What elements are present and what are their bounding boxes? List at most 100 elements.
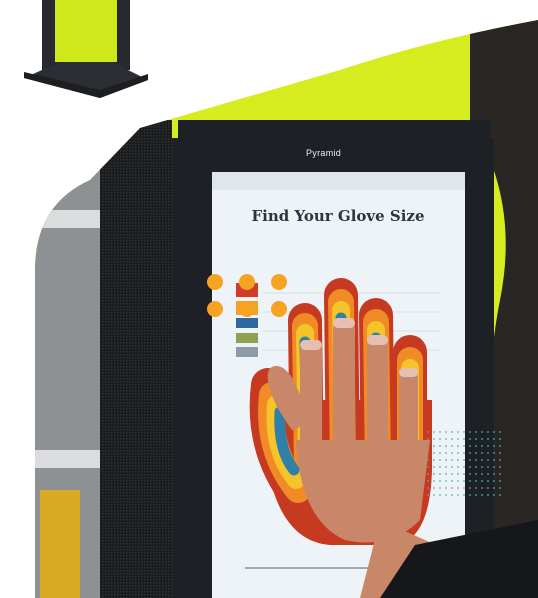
teal-dot bbox=[493, 438, 495, 440]
teal-dot bbox=[427, 438, 429, 440]
teal-dot bbox=[463, 445, 465, 447]
kiosk-brand-label: Pyramid bbox=[306, 148, 342, 158]
teal-dot bbox=[481, 445, 483, 447]
teal-dot bbox=[445, 494, 447, 496]
teal-dot bbox=[499, 445, 501, 447]
teal-dot bbox=[469, 445, 471, 447]
teal-dot bbox=[475, 445, 477, 447]
teal-dot bbox=[463, 487, 465, 489]
teal-dot bbox=[439, 445, 441, 447]
teal-dot bbox=[493, 459, 495, 461]
teal-dot bbox=[445, 459, 447, 461]
teal-dot bbox=[457, 438, 459, 440]
teal-dot bbox=[487, 494, 489, 496]
teal-dot bbox=[457, 494, 459, 496]
teal-dot bbox=[433, 494, 435, 496]
teal-dot bbox=[487, 480, 489, 482]
teal-dot bbox=[457, 466, 459, 468]
teal-dot bbox=[439, 431, 441, 433]
teal-dot bbox=[481, 480, 483, 482]
teal-dot bbox=[499, 487, 501, 489]
teal-dot bbox=[451, 445, 453, 447]
teal-dot bbox=[493, 480, 495, 482]
teal-dot bbox=[451, 459, 453, 461]
teal-dot bbox=[481, 438, 483, 440]
teal-dot bbox=[463, 452, 465, 454]
teal-dot bbox=[481, 487, 483, 489]
teal-dot bbox=[499, 466, 501, 468]
teal-dot bbox=[457, 480, 459, 482]
photo-scene bbox=[24, 0, 538, 598]
teal-dot bbox=[469, 494, 471, 496]
teal-dot bbox=[439, 466, 441, 468]
kiosk-screen-title: Find Your Glove Size bbox=[251, 207, 425, 225]
teal-dot bbox=[493, 487, 495, 489]
teal-dot bbox=[451, 452, 453, 454]
teal-dot bbox=[427, 473, 429, 475]
teal-dot bbox=[445, 438, 447, 440]
teal-dot bbox=[445, 473, 447, 475]
teal-dot bbox=[457, 445, 459, 447]
teal-dot bbox=[433, 473, 435, 475]
teal-dot bbox=[451, 431, 453, 433]
teal-dot bbox=[481, 459, 483, 461]
teal-dot bbox=[457, 452, 459, 454]
teal-dot bbox=[445, 452, 447, 454]
teal-dot bbox=[433, 459, 435, 461]
teal-dot bbox=[463, 473, 465, 475]
teal-dot bbox=[493, 445, 495, 447]
teal-dot bbox=[499, 431, 501, 433]
teal-dot bbox=[499, 452, 501, 454]
teal-dot bbox=[427, 466, 429, 468]
teal-dot bbox=[499, 480, 501, 482]
teal-dot bbox=[463, 431, 465, 433]
teal-dot bbox=[451, 480, 453, 482]
teal-dot bbox=[475, 438, 477, 440]
teal-dot bbox=[469, 480, 471, 482]
teal-dot bbox=[427, 452, 429, 454]
teal-dot bbox=[433, 452, 435, 454]
teal-dot bbox=[481, 494, 483, 496]
teal-dot bbox=[433, 466, 435, 468]
teal-dot bbox=[475, 466, 477, 468]
kiosk-icon bbox=[24, 0, 148, 98]
teal-dot bbox=[469, 473, 471, 475]
teal-dot bbox=[433, 431, 435, 433]
teal-dot bbox=[499, 459, 501, 461]
teal-dot bbox=[463, 459, 465, 461]
teal-dot bbox=[487, 473, 489, 475]
teal-dot bbox=[475, 431, 477, 433]
teal-dot bbox=[427, 487, 429, 489]
teal-dot bbox=[469, 459, 471, 461]
teal-dot bbox=[433, 480, 435, 482]
teal-dot bbox=[439, 487, 441, 489]
teal-dot bbox=[451, 438, 453, 440]
teal-dot bbox=[457, 459, 459, 461]
teal-dot bbox=[433, 487, 435, 489]
teal-dot bbox=[487, 459, 489, 461]
teal-dot bbox=[427, 445, 429, 447]
teal-dot bbox=[445, 480, 447, 482]
teal-dot bbox=[433, 438, 435, 440]
teal-dot bbox=[451, 494, 453, 496]
teal-dot bbox=[487, 438, 489, 440]
teal-dot bbox=[499, 494, 501, 496]
teal-dot bbox=[463, 466, 465, 468]
teal-dot bbox=[445, 466, 447, 468]
teal-dot bbox=[475, 487, 477, 489]
teal-dot bbox=[463, 480, 465, 482]
teal-dot bbox=[493, 466, 495, 468]
teal-dot bbox=[427, 431, 429, 433]
teal-dot bbox=[439, 494, 441, 496]
teal-dot bbox=[433, 445, 435, 447]
teal-dot bbox=[487, 431, 489, 433]
teal-dot bbox=[487, 487, 489, 489]
teal-dot bbox=[493, 431, 495, 433]
teal-dot bbox=[451, 466, 453, 468]
teal-dot bbox=[469, 487, 471, 489]
teal-dot bbox=[487, 466, 489, 468]
teal-dot bbox=[475, 459, 477, 461]
teal-dot bbox=[493, 494, 495, 496]
teal-dot bbox=[475, 452, 477, 454]
teal-dot bbox=[475, 480, 477, 482]
